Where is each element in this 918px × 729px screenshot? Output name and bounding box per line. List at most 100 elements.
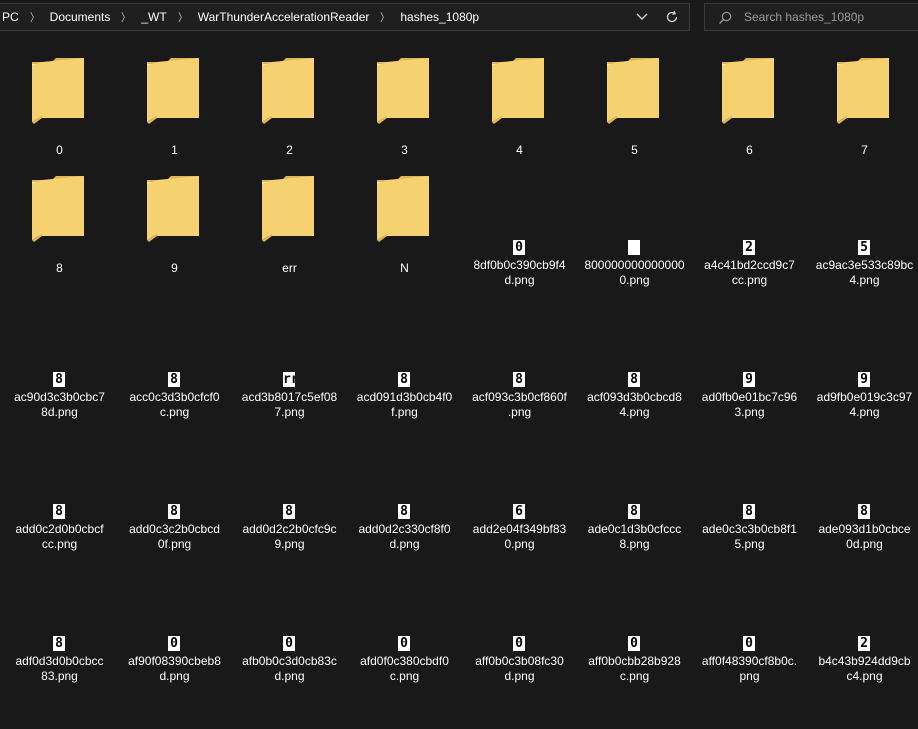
png-file-item[interactable]: 5 ac9ac3e533c89bc 4.png <box>807 158 918 290</box>
file-name-line2: png <box>739 669 760 683</box>
breadcrumb-separator-icon[interactable]: 〉 <box>117 9 134 25</box>
folder-name: 7 <box>861 143 868 157</box>
image-thumbnail: 8 <box>628 372 640 387</box>
png-file-item[interactable]: 9 ad0fb0e01bc7c96 3.png <box>692 290 807 422</box>
png-file-item[interactable]: 800000000000000 0.png <box>577 158 692 290</box>
file-name-line2: d.png <box>389 537 420 551</box>
image-thumbnail: 0 <box>513 240 525 255</box>
folder-item[interactable]: err <box>232 158 347 276</box>
file-name-line1: ad9fb0e019c3c97 <box>816 390 913 404</box>
file-name-line2: f.png <box>391 405 418 419</box>
breadcrumb-item[interactable]: Documents <box>45 10 116 24</box>
refresh-button[interactable] <box>662 8 682 26</box>
breadcrumb-separator-icon[interactable]: 〉 <box>376 9 393 25</box>
image-thumbnail: 8 <box>53 504 65 519</box>
file-name-line1: 8df0b0c390cb9f4 <box>473 258 566 272</box>
png-file-item[interactable]: 8 add0d2c2b0cfc9c 9.png <box>232 422 347 554</box>
png-file-item[interactable]: 8 acc0c3d3b0cfcf0 c.png <box>117 290 232 422</box>
file-name-line2: d.png <box>504 273 535 287</box>
file-name-line1: aff0f48390cf8b0c. <box>701 654 798 668</box>
image-thumbnail: 0 <box>398 636 410 651</box>
image-thumbnail: 0 <box>743 636 755 651</box>
folder-item[interactable]: 6 <box>692 40 807 158</box>
breadcrumb-item[interactable]: WarThunderAccelerationReader <box>193 10 375 24</box>
file-name-line1: af90f08390cbeb8 <box>128 654 221 668</box>
png-file-item[interactable]: 0 8df0b0c390cb9f4 d.png <box>462 158 577 290</box>
png-file-item[interactable]: 8 ade0c3c3b0cb8f1 5.png <box>692 422 807 554</box>
folder-item[interactable]: 1 <box>117 40 232 158</box>
png-file-item[interactable]: 0 aff0f48390cf8b0c. png <box>692 554 807 686</box>
folder-name: 1 <box>171 143 178 157</box>
folder-item[interactable]: 9 <box>117 158 232 276</box>
folder-icon <box>377 176 429 242</box>
png-file-item[interactable]: 8 add0c3c2b0cbcd 0f.png <box>117 422 232 554</box>
png-file-item[interactable]: 8 ade093d1b0cbce 0d.png <box>807 422 918 554</box>
breadcrumb-item[interactable]: _WT <box>136 10 171 24</box>
file-name-line1: ac9ac3e533c89bc <box>815 258 914 272</box>
folder-item[interactable]: 8 <box>2 158 117 276</box>
folder-item[interactable]: 4 <box>462 40 577 158</box>
address-history-dropdown[interactable] <box>633 8 651 26</box>
png-file-item[interactable]: 0 aff0b0cbb28b928 c.png <box>577 554 692 686</box>
image-thumbnail: 8 <box>168 504 180 519</box>
file-name-line2: 83.png <box>41 669 78 683</box>
folder-item[interactable]: 3 <box>347 40 462 158</box>
png-file-item[interactable]: 6 add2e04f349bf83 0.png <box>462 422 577 554</box>
file-name-line2: c.png <box>619 669 650 683</box>
file-name-line2: 8.png <box>619 537 650 551</box>
png-file-item[interactable]: 8 acd091d3b0cb4f0 f.png <box>347 290 462 422</box>
file-name-line1: a4c41bd2ccd9c7 <box>704 258 795 272</box>
image-thumbnail: 8 <box>283 504 295 519</box>
folder-item[interactable]: 5 <box>577 40 692 158</box>
folder-item[interactable]: 2 <box>232 40 347 158</box>
image-thumbnail <box>628 240 640 255</box>
file-name-line2: 9.png <box>274 537 305 551</box>
png-file-item[interactable]: 2 b4c43b924dd9cb c4.png <box>807 554 918 686</box>
folder-name: 4 <box>516 143 523 157</box>
png-file-item[interactable]: 8 ac90d3c3b0cbc7 8d.png <box>2 290 117 422</box>
png-file-item[interactable]: 8 ade0c1d3b0cfccc 8.png <box>577 422 692 554</box>
png-file-item[interactable]: 0 afb0b0c3d0cb83c d.png <box>232 554 347 686</box>
folder-icon <box>837 58 889 124</box>
breadcrumb-item[interactable]: PC <box>0 10 24 24</box>
png-file-item[interactable]: 8 add0d2c330cf8f0 d.png <box>347 422 462 554</box>
breadcrumb-item[interactable]: hashes_1080p <box>395 10 484 24</box>
breadcrumb-separator-icon[interactable]: 〉 <box>174 9 191 25</box>
png-file-item[interactable]: 8 add0c2d0b0cbcf cc.png <box>2 422 117 554</box>
png-file-item[interactable]: 0 aff0b0c3b08fc30 d.png <box>462 554 577 686</box>
folder-name: 0 <box>56 143 63 157</box>
file-name-line2: cc.png <box>41 537 78 551</box>
png-file-item[interactable]: 0 af90f08390cbeb8 d.png <box>117 554 232 686</box>
address-bar[interactable]: PC 〉 Documents 〉 _WT 〉 WarThunderAccelerationR… <box>0 3 690 31</box>
png-file-item[interactable]: 8 acf093c3b0cf860f .png <box>462 290 577 422</box>
file-name-line2: 7.png <box>274 405 305 419</box>
file-name-line2: c.png <box>159 405 190 419</box>
folder-name: 3 <box>401 143 408 157</box>
file-name-line1: ade0c1d3b0cfccc <box>587 522 682 536</box>
png-file-item[interactable]: 2 a4c41bd2ccd9c7 cc.png <box>692 158 807 290</box>
file-name-line1: ade0c3c3b0cb8f1 <box>702 522 797 536</box>
png-file-item[interactable]: 8 acf093d3b0cbcd8 4.png <box>577 290 692 422</box>
folder-item[interactable]: N <box>347 158 462 276</box>
image-thumbnail: 9 <box>858 372 870 387</box>
image-thumbnail: 8 <box>53 636 65 651</box>
folder-icon <box>607 58 659 124</box>
png-file-item[interactable]: 9 ad9fb0e019c3c97 4.png <box>807 290 918 422</box>
folder-item[interactable]: 0 <box>2 40 117 158</box>
png-file-item[interactable]: rr acd3b8017c5ef08 7.png <box>232 290 347 422</box>
folder-item[interactable]: 7 <box>807 40 918 158</box>
file-name-line1: acc0c3d3b0cfcf0 <box>129 390 220 404</box>
image-thumbnail: 8 <box>398 372 410 387</box>
file-name-line2: 0.png <box>504 537 535 551</box>
file-name-line2: 0.png <box>619 273 650 287</box>
image-thumbnail: 8 <box>168 372 180 387</box>
png-file-item[interactable]: 0 afd0f0c380cbdf0 c.png <box>347 554 462 686</box>
file-name-line2: 4.png <box>849 273 880 287</box>
folder-name: N <box>400 261 409 275</box>
breadcrumb-separator-icon[interactable]: 〉 <box>26 9 43 25</box>
png-file-item[interactable]: 8 adf0d3d0b0cbcc 83.png <box>2 554 117 686</box>
search-box[interactable]: Search hashes_1080p <box>704 3 918 31</box>
search-input[interactable]: Search hashes_1080p <box>744 10 864 24</box>
image-thumbnail: 8 <box>628 504 640 519</box>
file-name-line1: add0d2c330cf8f0 <box>358 522 451 536</box>
